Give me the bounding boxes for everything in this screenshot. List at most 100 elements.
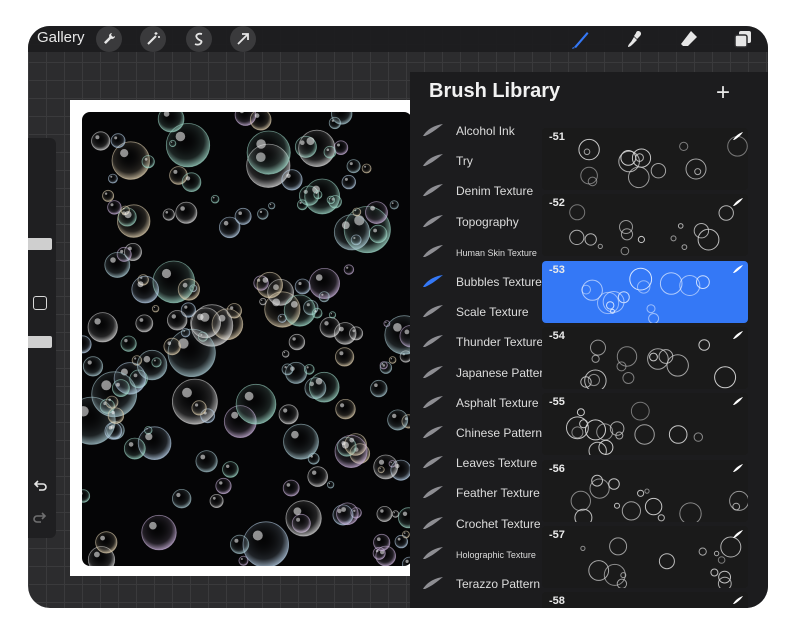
brush-type-icon: [733, 529, 743, 538]
brush-size-slider[interactable]: [28, 238, 52, 250]
gallery-button[interactable]: Gallery: [37, 29, 85, 46]
brush-set-item[interactable]: Feather Texture: [410, 478, 542, 508]
brush-type-icon: [733, 397, 743, 406]
brush-set-item[interactable]: Terazzo Pattern: [410, 569, 542, 599]
brush-library-panel: Brush Library + Alcohol Ink Try Denim Text…: [410, 72, 768, 608]
smudge-icon[interactable]: [622, 27, 648, 51]
brush-type-icon: [733, 596, 743, 605]
brush-set-icon: [423, 516, 443, 529]
brush-set-item[interactable]: Leaves Texture: [410, 448, 542, 478]
brush-item[interactable]: -52: [542, 194, 748, 257]
brush-set-item[interactable]: Scale Texture: [410, 297, 542, 327]
brush-set-icon: [423, 395, 443, 408]
brush-set-label: Try: [456, 154, 473, 169]
brush-set-item[interactable]: Thunder Texture: [410, 327, 544, 357]
brush-stroke-preview: [580, 339, 737, 389]
brush-icon[interactable]: [568, 27, 594, 51]
brush-set-label: Feather Texture: [456, 486, 540, 501]
brush-set-icon: [423, 365, 443, 378]
brush-set-item[interactable]: Bubbles Texture: [410, 267, 542, 297]
brush-set-label: Terazzo Pattern: [456, 577, 541, 591]
brush-set-list: Alcohol Ink Try Denim Texture Topography Hum…: [410, 116, 550, 608]
brush-set-icon: [423, 244, 443, 257]
opacity-slider[interactable]: [28, 336, 52, 348]
brush-list: -51 -52 -53 -54 -55 -56 -57 -58: [542, 128, 750, 608]
brush-set-icon: [423, 456, 443, 469]
brush-stroke-preview: [581, 267, 710, 323]
brush-set-icon: [423, 154, 443, 167]
brush-type-icon: [733, 132, 743, 140]
undo-icon[interactable]: [32, 478, 48, 494]
layers-icon[interactable]: [730, 27, 756, 51]
add-brush-button[interactable]: +: [710, 79, 736, 106]
panel-title: Brush Library: [429, 80, 561, 102]
brush-set-item[interactable]: Chinese Pattern: [410, 418, 542, 448]
brush-type-icon: [733, 330, 743, 339]
brush-set-item[interactable]: Denim Texture: [410, 176, 542, 206]
brush-set-label: Crochet Texture: [456, 516, 541, 531]
brush-set-icon: [423, 486, 443, 499]
brush-set-item[interactable]: Asphalt Texture: [410, 388, 542, 418]
brush-item[interactable]: -54: [542, 326, 748, 389]
transform-arrow-icon[interactable]: [230, 26, 256, 52]
brush-set-icon: [423, 577, 443, 589]
redo-icon[interactable]: [32, 510, 48, 526]
brush-item[interactable]: -53: [542, 260, 748, 323]
brush-set-item[interactable]: Crochet Texture: [410, 509, 542, 539]
brush-set-item[interactable]: Topography: [410, 207, 542, 237]
brush-set-label: Alcohol Ink: [456, 124, 515, 138]
brush-set-label: Holographic Texture: [456, 549, 536, 560]
brush-stroke-preview: [542, 592, 748, 608]
brush-set-icon: [423, 546, 443, 559]
canvas-artwork[interactable]: [82, 112, 412, 566]
brush-name: -54: [549, 329, 565, 342]
brush-set-item[interactable]: Human Skin Texture: [410, 237, 542, 267]
brush-set-icon: [423, 184, 443, 197]
top-toolbar: Gallery: [28, 26, 768, 52]
brush-set-icon: [423, 275, 443, 287]
brush-set-label: Bubbles Texture: [456, 275, 542, 289]
brush-item[interactable]: -56: [542, 459, 748, 522]
brush-item[interactable]: -57: [542, 525, 748, 588]
magic-wand-icon[interactable]: [140, 26, 166, 52]
modify-button[interactable]: [33, 296, 47, 310]
brush-set-icon: [423, 214, 443, 227]
brush-set-label: Leaves Texture: [456, 456, 538, 471]
brush-item[interactable]: -51: [542, 128, 748, 190]
brush-set-label: Denim Texture: [456, 184, 534, 199]
brush-set-label: Japanese Pattern: [456, 365, 551, 380]
brush-stroke-preview: [566, 401, 704, 456]
brush-set-item[interactable]: Alcohol Ink: [410, 116, 542, 146]
brush-name: -58: [549, 595, 565, 608]
brush-set-icon: [423, 305, 443, 318]
brush-name: -53: [549, 263, 565, 276]
brush-set-item[interactable]: Holographic Texture: [410, 539, 542, 569]
brush-set-item[interactable]: Try: [410, 146, 542, 176]
procreate-screen: Gallery Brush Library + Alcohol Ink Try …: [28, 26, 768, 608]
wrench-icon[interactable]: [96, 26, 122, 52]
brush-set-label: Asphalt Texture: [456, 395, 539, 410]
brush-set-icon: [423, 124, 443, 136]
brush-item[interactable]: -58: [542, 592, 748, 608]
brush-set-icon: [423, 426, 443, 438]
brush-set-label: Chinese Pattern: [456, 426, 543, 440]
brush-set-label: Topography: [456, 214, 519, 229]
brush-name: -52: [549, 197, 565, 210]
brush-set-label: Scale Texture: [456, 305, 529, 320]
brush-set-label: Human Skin Texture: [456, 247, 537, 258]
brush-name: -57: [549, 528, 565, 541]
brush-type-icon: [733, 463, 743, 472]
brush-item[interactable]: -55: [542, 393, 748, 456]
brush-stroke-preview: [578, 135, 748, 189]
brush-stroke-preview: [569, 204, 734, 256]
selection-icon[interactable]: [186, 26, 212, 52]
brush-stroke-preview: [570, 474, 748, 522]
brush-name: -55: [549, 396, 565, 409]
brush-stroke-preview: [580, 536, 742, 588]
brush-name: -56: [549, 462, 565, 475]
brush-set-item[interactable]: Japanese Pattern: [410, 358, 550, 388]
eraser-icon[interactable]: [676, 27, 702, 51]
brush-type-icon: [733, 198, 743, 207]
brush-name: -51: [549, 131, 565, 143]
brush-set-label: Thunder Texture: [456, 335, 544, 350]
